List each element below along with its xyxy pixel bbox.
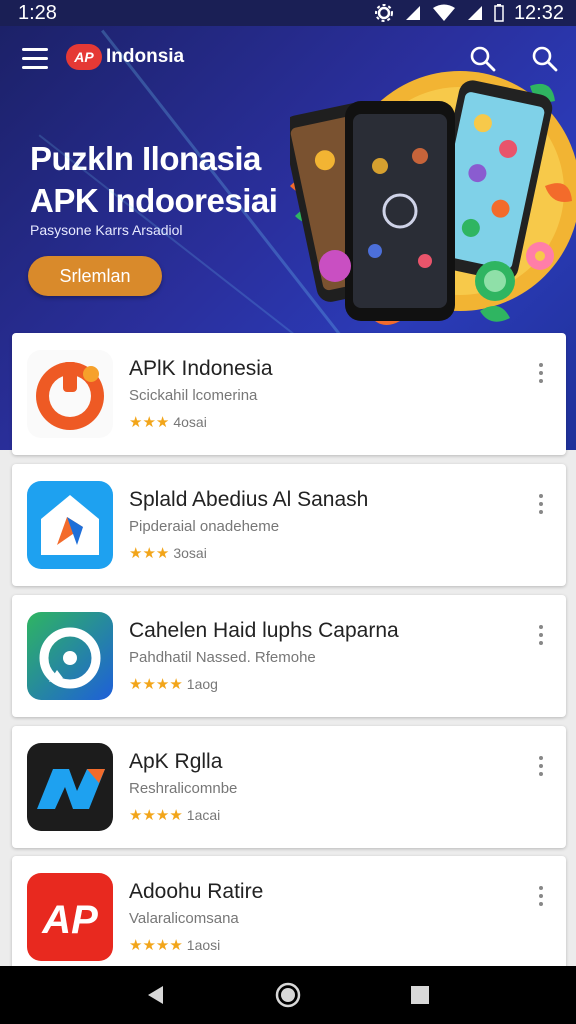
hero-title: Puzkln Ilonasia APK Indooresiai bbox=[30, 138, 278, 222]
settings-status-icon bbox=[374, 4, 393, 22]
app-rating: ★★★ 3osai bbox=[129, 544, 207, 562]
hero-title-line1: Puzkln Ilonasia bbox=[30, 140, 261, 177]
red-ap-logo-icon: AP bbox=[27, 873, 113, 961]
rating-value: 1aog bbox=[186, 676, 218, 692]
app-card[interactable]: APlK Indonesia Scickahil lcomerina ★★★ 4o… bbox=[12, 333, 566, 455]
app-subtitle: Valaralicomsana bbox=[129, 910, 239, 927]
app-subtitle: Scickahil lcomerina bbox=[129, 387, 258, 404]
app-subtitle: Pahdhatil Nassed. Rfemohe bbox=[129, 649, 316, 666]
more-options-icon[interactable] bbox=[536, 625, 546, 649]
wifi-icon bbox=[432, 4, 455, 21]
more-options-icon[interactable] bbox=[536, 363, 546, 387]
hero-subtitle: Pasysone Karrs Arsadiol bbox=[30, 222, 183, 238]
rating-stars: ★★★★ bbox=[129, 676, 183, 693]
app-name: Splald Abedius Al Sanash bbox=[129, 488, 369, 511]
rating-value: 3osai bbox=[173, 545, 207, 561]
svg-text:AP: AP bbox=[41, 898, 98, 942]
status-time-left: 1:28 bbox=[18, 1, 57, 24]
status-bar: 1:28 12:32 bbox=[0, 0, 576, 26]
home-icon[interactable] bbox=[273, 980, 303, 1010]
back-icon[interactable] bbox=[141, 980, 171, 1010]
rating-value: 1aosi bbox=[186, 937, 221, 953]
rating-stars: ★★★★ bbox=[129, 937, 183, 954]
menu-icon[interactable] bbox=[22, 48, 48, 70]
app-card[interactable]: Splald Abedius Al Sanash Pipderaial onad… bbox=[12, 464, 566, 586]
hero-title-line2: APK Indooresiai bbox=[30, 182, 278, 219]
app-rating: ★★★ 4osai bbox=[129, 413, 207, 431]
app-card[interactable]: ApK Rglla Reshralicomnbe ★★★★ 1acai bbox=[12, 726, 566, 848]
brand-logo: AP bbox=[66, 44, 102, 70]
more-options-icon[interactable] bbox=[536, 886, 546, 910]
phones-illustration bbox=[290, 71, 576, 325]
blue-house-logo-icon bbox=[27, 481, 113, 569]
app-rating: ★★★★ 1acai bbox=[129, 806, 220, 824]
rating-value: 1acai bbox=[186, 807, 221, 823]
app-subtitle: Pipderaial onadeheme bbox=[129, 518, 280, 535]
brand-name: Indonsia bbox=[106, 46, 185, 67]
battery-icon bbox=[494, 4, 504, 22]
app-rating: ★★★★ 1aog bbox=[129, 675, 218, 693]
dark-n-logo-icon bbox=[27, 743, 113, 831]
brand[interactable]: AP Indonsia bbox=[66, 44, 184, 70]
more-options-icon[interactable] bbox=[536, 494, 546, 518]
green-chat-logo-icon bbox=[27, 612, 113, 700]
hero-cta-button[interactable]: Srlemlan bbox=[28, 256, 162, 296]
app-name: APlK Indonesia bbox=[129, 357, 273, 380]
signal-icon bbox=[405, 6, 420, 20]
cell-signal-icon bbox=[467, 6, 482, 20]
orange-power-logo-icon bbox=[27, 350, 113, 438]
app-card[interactable]: AP Adoohu Ratire Valaralicomsana ★★★★ 1ao… bbox=[12, 856, 566, 978]
app-name: Adoohu Ratire bbox=[129, 880, 264, 903]
app-name: ApK Rglla bbox=[129, 750, 223, 773]
rating-stars: ★★★ bbox=[129, 545, 170, 562]
rating-stars: ★★★ bbox=[129, 414, 170, 431]
system-nav-bar bbox=[0, 966, 576, 1024]
app-subtitle: Reshralicomnbe bbox=[129, 780, 238, 797]
rating-stars: ★★★★ bbox=[129, 807, 183, 824]
more-options-icon[interactable] bbox=[536, 756, 546, 780]
app-card[interactable]: Cahelen Haid luphs Caparna Pahdhatil Nas… bbox=[12, 595, 566, 717]
rating-value: 4osai bbox=[173, 414, 207, 430]
status-time-right: 12:32 bbox=[513, 1, 564, 24]
recents-icon[interactable] bbox=[405, 980, 435, 1010]
status-icons: 12:32 bbox=[374, 2, 564, 25]
app-name: Cahelen Haid luphs Caparna bbox=[129, 619, 399, 642]
app-rating: ★★★★ 1aosi bbox=[129, 936, 220, 954]
